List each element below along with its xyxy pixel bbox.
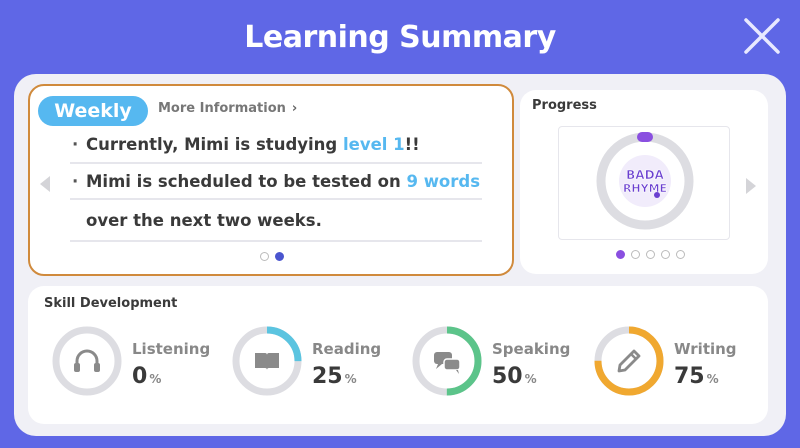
level-highlight: level 1 <box>342 135 405 154</box>
book-icon <box>255 353 279 370</box>
page-title: Learning Summary <box>244 20 556 55</box>
skill-value: 75% <box>674 364 719 389</box>
bullet: · <box>72 135 79 154</box>
page-dot-active[interactable] <box>616 250 625 259</box>
progress-ring: BADA RHYME <box>596 132 694 230</box>
skill-ring <box>52 326 122 396</box>
skill-name: Reading <box>312 340 382 358</box>
progress-pagination <box>616 250 685 259</box>
chevron-right-icon: › <box>291 101 298 116</box>
page-dot[interactable] <box>646 250 655 259</box>
more-information-label: More Information <box>158 101 286 116</box>
skill-ring <box>594 326 664 396</box>
weekly-line-period: over the next two weeks. <box>70 204 482 242</box>
skill-ring <box>232 326 302 396</box>
progress-frame: BADA RHYME <box>558 126 730 240</box>
skill-percent: 50 <box>492 364 523 389</box>
skill-name: Listening <box>132 340 211 358</box>
page-dot[interactable] <box>676 250 685 259</box>
close-button[interactable] <box>740 14 784 58</box>
logo-text-top: BADA <box>626 168 664 182</box>
progress-label: Progress <box>532 98 597 113</box>
skill-value: 25% <box>312 364 357 389</box>
weekly-line-level: · Currently, Mimi is studying level 1!! <box>70 130 482 164</box>
bada-rhyme-logo-icon: BADA RHYME <box>619 155 671 207</box>
skill-development-card: Skill Development Listening 0% Reading 2… <box>28 286 768 424</box>
skill-percent: 0 <box>132 364 148 389</box>
level-suffix: !! <box>404 135 420 154</box>
weekly-tag: Weekly <box>38 96 148 126</box>
weekly-line-test: · Mimi is scheduled to be tested on 9 wor… <box>70 166 482 200</box>
headphones-icon <box>74 349 100 372</box>
weekly-pagination <box>260 252 284 261</box>
period-text: over the next two weeks. <box>86 211 322 230</box>
skill-value: 0% <box>132 364 161 389</box>
weekly-card: Weekly More Information › · Currently, Mim… <box>28 84 514 276</box>
skill-name: Speaking <box>492 340 571 358</box>
summary-panel: Weekly More Information › · Currently, Mim… <box>14 74 786 436</box>
page-dot[interactable] <box>631 250 640 259</box>
page-dot-active[interactable] <box>275 252 284 261</box>
skill-unit: % <box>344 372 357 386</box>
pencil-icon <box>617 349 641 373</box>
skill-ring <box>412 326 482 396</box>
next-arrow-icon[interactable] <box>746 178 756 194</box>
level-prefix: Currently, Mimi is studying <box>86 135 343 154</box>
logo-text-bottom: RHYME <box>623 182 667 195</box>
skill-value: 50% <box>492 364 537 389</box>
progress-card: Progress BADA RHYME <box>520 90 768 274</box>
more-information-link[interactable]: More Information › <box>158 101 297 116</box>
close-icon <box>744 18 780 54</box>
skill-unit: % <box>706 372 719 386</box>
skill-unit: % <box>524 372 537 386</box>
test-highlight: 9 words <box>406 172 481 191</box>
skill-name: Writing <box>674 340 737 358</box>
skill-percent: 75 <box>674 364 705 389</box>
skill-unit: % <box>149 372 162 386</box>
skill-percent: 25 <box>312 364 343 389</box>
test-prefix: Mimi is scheduled to be tested on <box>86 172 407 191</box>
page-dot[interactable] <box>661 250 670 259</box>
bullet: · <box>72 172 79 191</box>
previous-arrow-icon[interactable] <box>40 176 50 192</box>
speech-bubbles-icon <box>434 352 461 374</box>
page-dot[interactable] <box>260 252 269 261</box>
skill-development-label: Skill Development <box>44 296 178 311</box>
